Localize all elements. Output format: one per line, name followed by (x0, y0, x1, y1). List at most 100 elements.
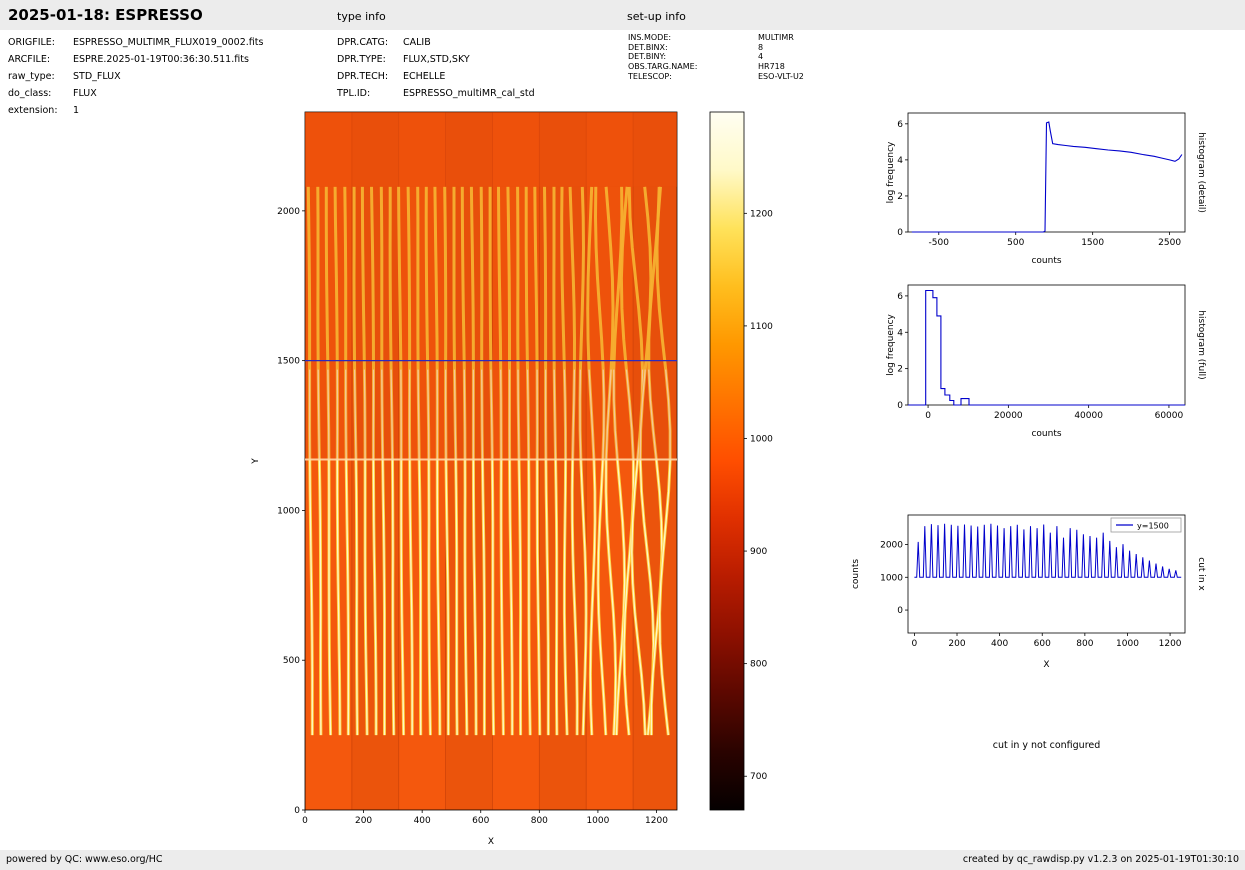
cut-in-y-note: cut in y not configured (908, 740, 1185, 751)
upper-dim-band (305, 187, 677, 460)
raw-image-plot: 0200400600800100012000500100015002000XY (240, 100, 710, 866)
info-row: ARCFILE:ESPRE.2025-01-19T00:36:30.511.fi… (8, 51, 333, 68)
side-label: histogram (detail) (1196, 132, 1206, 213)
page-title: 2025-01-18: ESPRESSO (8, 6, 203, 24)
info-value: FLUX,STD,SKY (403, 51, 470, 68)
info-label: ORIGFILE: (8, 34, 73, 51)
x-tick-label: 400 (991, 639, 1008, 649)
x-tick-label: 200 (355, 816, 372, 826)
info-label: do_class: (8, 85, 73, 102)
footer-created-by: created by qc_rawdisp.py v1.2.3 on 2025-… (963, 854, 1239, 865)
x-tick-label: 600 (472, 816, 489, 826)
x-tick-label: 800 (531, 816, 548, 826)
info-value: HR718 (758, 62, 785, 72)
x-tick-label: 0 (925, 411, 931, 421)
cut-x-canvas: 020040060080010001200010002000Xcountscut… (840, 505, 1240, 685)
footer-powered-by: powered by QC: www.eso.org/HC (6, 854, 163, 865)
info-label: INS.MODE: (628, 33, 758, 43)
x-tick-label: 500 (1007, 238, 1024, 248)
x-tick-label: 1200 (645, 816, 668, 826)
y-axis-label: Y (251, 458, 261, 465)
x-tick-label: 2500 (1158, 238, 1181, 248)
info-value: ECHELLE (403, 68, 445, 85)
x-tick-label: 20000 (994, 411, 1023, 421)
qc-report-page: 2025-01-18: ESPRESSO type info set-up in… (0, 0, 1245, 870)
info-label: DPR.TECH: (337, 68, 403, 85)
y-tick-label: 6 (897, 292, 903, 302)
x-tick-label: 0 (912, 639, 918, 649)
info-label: DPR.TYPE: (337, 51, 403, 68)
y-tick-label: 4 (897, 328, 903, 338)
footer-bar: powered by QC: www.eso.org/HC created by… (0, 850, 1245, 870)
x-tick-label: 600 (1034, 639, 1051, 649)
x-tick-label: 60000 (1155, 411, 1184, 421)
info-label: ARCFILE: (8, 51, 73, 68)
info-value: ESO-VLT-U2 (758, 72, 804, 82)
x-tick-label: 1200 (1159, 639, 1182, 649)
x-tick-label: 40000 (1074, 411, 1103, 421)
colorbar-canvas: 700800900100011001200 (700, 100, 810, 866)
x-tick-label: 1000 (1116, 639, 1139, 649)
y-axis-label: log frequency (886, 141, 896, 203)
histogram-full-plot: 02000040000600000246countslog frequencyh… (840, 277, 1240, 452)
info-row: raw_type:STD_FLUX (8, 68, 333, 85)
hist-full-canvas: 02000040000600000246countslog frequencyh… (840, 277, 1240, 452)
setup-info-heading: set-up info (627, 10, 686, 23)
x-axis-label: X (1043, 660, 1049, 670)
info-value: MULTIMR (758, 33, 794, 43)
y-tick-label: 1000 (880, 573, 903, 583)
side-label: histogram (full) (1196, 310, 1206, 379)
y-tick-label: 500 (283, 656, 300, 666)
info-label: TELESCOP: (628, 72, 758, 82)
info-row: INS.MODE:MULTIMR (628, 33, 898, 43)
y-tick-label: 0 (294, 806, 300, 816)
info-value: FLUX (73, 85, 97, 102)
y-tick-label: 6 (897, 120, 903, 130)
legend-label: y=1500 (1137, 522, 1169, 531)
x-tick-label: 800 (1076, 639, 1093, 649)
cut-in-x-plot: 020040060080010001200010002000Xcountscut… (840, 505, 1240, 685)
hist-detail-canvas: -500500150025000246countslog frequencyhi… (840, 105, 1240, 280)
info-label: raw_type: (8, 68, 73, 85)
x-axis-label: X (488, 837, 494, 847)
info-label: DET.BINY: (628, 52, 758, 62)
y-tick-label: 4 (897, 156, 903, 166)
info-value: 1 (73, 102, 79, 119)
colorbar-gradient (710, 112, 744, 810)
x-axis-label: counts (1031, 429, 1061, 439)
y-tick-label: 0 (897, 401, 903, 411)
colorbar: 700800900100011001200 (700, 100, 810, 866)
y-axis-label: counts (851, 559, 861, 589)
info-value: 4 (758, 52, 763, 62)
x-axis-label: counts (1031, 256, 1061, 266)
type-info-block: DPR.CATG:CALIBDPR.TYPE:FLUX,STD,SKYDPR.T… (337, 34, 622, 102)
info-row: ORIGFILE:ESPRESSO_MULTIMR_FLUX019_0002.f… (8, 34, 333, 51)
info-label: OBS.TARG.NAME: (628, 62, 758, 72)
info-row: DPR.CATG:CALIB (337, 34, 622, 51)
info-label: DET.BINX: (628, 43, 758, 53)
colorbar-tick-label: 1100 (750, 322, 773, 332)
info-value: ESPRESSO_MULTIMR_FLUX019_0002.fits (73, 34, 263, 51)
info-row: DET.BINX:8 (628, 43, 898, 53)
info-value: ESPRE.2025-01-19T00:36:30.511.fits (73, 51, 249, 68)
colorbar-tick-label: 800 (750, 660, 767, 670)
x-tick-label: 0 (302, 816, 308, 826)
colorbar-tick-label: 1200 (750, 209, 773, 219)
x-tick-label: 200 (948, 639, 965, 649)
y-tick-label: 1000 (277, 506, 300, 516)
info-row: OBS.TARG.NAME:HR718 (628, 62, 898, 72)
y-tick-label: 1500 (277, 357, 300, 367)
setup-info-block: INS.MODE:MULTIMRDET.BINX:8DET.BINY:4OBS.… (628, 33, 898, 82)
y-tick-label: 2 (897, 192, 903, 202)
top-band (305, 112, 677, 187)
y-axis-label: log frequency (886, 313, 896, 375)
raw-image-canvas: 0200400600800100012000500100015002000XY (240, 100, 710, 866)
x-tick-label: 400 (414, 816, 431, 826)
type-info-heading: type info (337, 10, 386, 23)
info-value: 8 (758, 43, 763, 53)
histogram-detail-plot: -500500150025000246countslog frequencyhi… (840, 105, 1240, 280)
info-row: TELESCOP:ESO-VLT-U2 (628, 72, 898, 82)
info-value: CALIB (403, 34, 431, 51)
x-tick-label: 1500 (1081, 238, 1104, 248)
y-tick-label: 0 (897, 606, 903, 616)
